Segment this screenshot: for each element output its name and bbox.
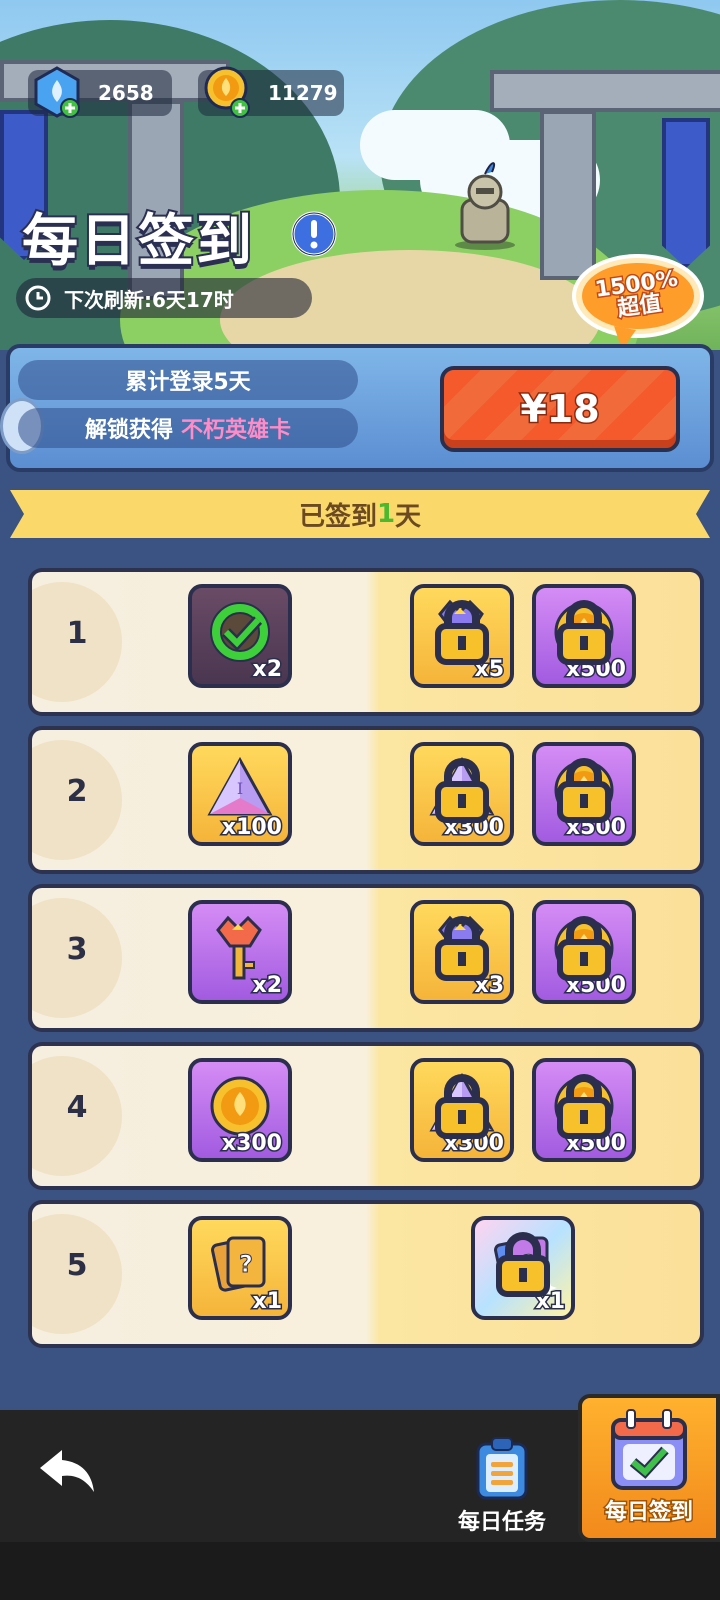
knight-statue-icon (455, 162, 515, 250)
clock-icon (25, 285, 51, 311)
bottom-nav: 每日任务 每日签到 (0, 1394, 720, 1600)
reward-slot-locked[interactable]: x500 (532, 742, 636, 846)
immortal-hero-card-label: 不朽英雄卡 (181, 418, 292, 443)
lock-icon (435, 1074, 489, 1139)
calendar-check-icon (611, 1409, 687, 1490)
value-badge: 1500% 超值 (568, 252, 708, 352)
reward-slot-locked[interactable]: ? x1 (471, 1216, 575, 1320)
unlock-reward-text: 解锁获得 不朽英雄卡 (18, 408, 358, 448)
tab-daily-signin[interactable]: 每日签到 (578, 1394, 720, 1542)
lock-icon (435, 916, 489, 981)
signed-days-count: 1 (376, 499, 396, 529)
day-row-3: 3 x2 x3 x500 (28, 884, 704, 1032)
reward-slot-free[interactable]: I x100 (188, 742, 292, 846)
reward-qty: x2 (251, 972, 283, 1000)
coin-counter[interactable]: 11279 (198, 66, 344, 118)
lock-icon (557, 600, 611, 665)
info-icon[interactable] (290, 210, 338, 258)
reward-slot-locked[interactable]: x500 (532, 584, 636, 688)
page-title: 每日签到 (20, 207, 254, 276)
gem-count: 2658 (98, 81, 154, 105)
tab-daily-tasks[interactable]: 每日任务 (446, 1436, 558, 1536)
reward-qty: x1 (251, 1288, 283, 1316)
reward-slot-free[interactable]: x300 (188, 1058, 292, 1162)
svg-text:?: ? (239, 1250, 253, 1278)
reward-qty: x2 (251, 656, 283, 684)
refresh-timer: 下次刷新:6天17时 (16, 278, 312, 318)
lock-icon (496, 1232, 550, 1297)
day-number: 5 (66, 1248, 88, 1283)
day-row-1: 1 x2 x5 x500 (28, 568, 704, 716)
tab-daily-tasks-label: 每日任务 (457, 1510, 546, 1535)
lock-icon (557, 1074, 611, 1139)
day-number: 1 (66, 616, 88, 651)
svg-text:I: I (237, 779, 243, 798)
unlock-panel: 累计登录5天 解锁获得 不朽英雄卡 ¥18 (0, 344, 714, 472)
reward-slot-free[interactable]: x2 (188, 900, 292, 1004)
reward-qty: x100 (220, 814, 283, 842)
reward-qty: x300 (220, 1130, 283, 1158)
reward-slot-free[interactable]: ? x1 (188, 1216, 292, 1320)
lock-icon (435, 600, 489, 665)
signed-days-banner: 已签到 1 天 (10, 490, 710, 538)
lock-icon (435, 758, 489, 823)
lock-icon (557, 758, 611, 823)
day-row-4: 4 x300 I x300 (28, 1042, 704, 1190)
reward-slot-locked[interactable]: x5 (410, 584, 514, 688)
reward-slot-locked[interactable]: I x300 (410, 1058, 514, 1162)
day-row-2: 2 I x100 I x300 (28, 726, 704, 874)
day-number: 4 (66, 1090, 88, 1125)
purchase-button[interactable]: ¥18 (440, 366, 680, 452)
gem-counter[interactable]: 2658 (28, 66, 172, 118)
coin-count: 11279 (268, 81, 338, 105)
reward-slot-locked[interactable]: I x300 (410, 742, 514, 846)
reward-slot-locked[interactable]: x500 (532, 900, 636, 1004)
refresh-text: 下次刷新:6天17时 (64, 287, 234, 312)
reward-slot-free[interactable]: x2 (188, 584, 292, 688)
day-number: 3 (66, 932, 88, 967)
back-arrow-icon[interactable] (38, 1446, 98, 1496)
gold-coin-plus-icon (204, 66, 250, 118)
day-number: 2 (66, 774, 88, 809)
reward-slot-locked[interactable]: x500 (532, 1058, 636, 1162)
tab-daily-signin-label: 每日签到 (603, 1499, 694, 1527)
reward-slot-locked[interactable]: x3 (410, 900, 514, 1004)
day-row-5: 5 ? x1 ? x1 (28, 1200, 704, 1348)
clipboard-icon (476, 1437, 528, 1500)
lock-icon (557, 916, 611, 981)
blue-gem-icon (34, 66, 80, 118)
cumulative-login-text: 累计登录5天 (18, 360, 358, 400)
